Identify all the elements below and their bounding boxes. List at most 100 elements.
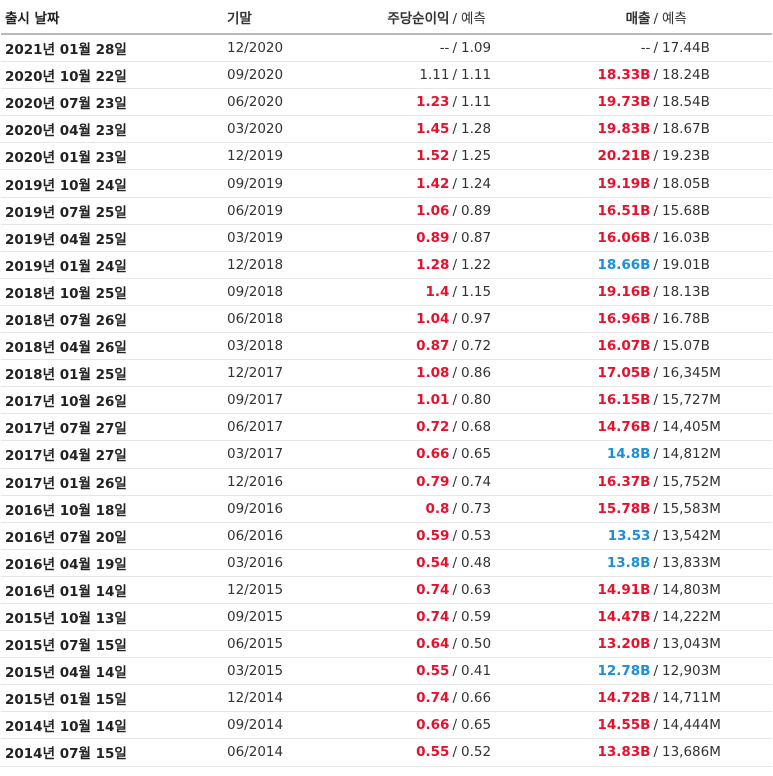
value-separator: / (452, 148, 457, 165)
revenue-forecast-cell: 16,345M (662, 359, 772, 388)
value-separator: / (452, 500, 457, 517)
value-separator: / (653, 94, 658, 111)
eps-actual-value: 0.74 (416, 581, 450, 598)
eps-actual-cell: 0.87/ (349, 332, 461, 361)
eps-forecast-cell: 1.09 (461, 34, 537, 63)
revenue-actual-cell: 13.53/ (537, 522, 662, 550)
period-end-cell: 12/2015 (227, 576, 349, 604)
value-separator: / (452, 744, 457, 761)
revenue-actual-value: 16.15B (597, 392, 651, 409)
table-row: 2016년 07월 20일 06/2016 0.59/0.53 13.53/13,54… (1, 522, 772, 550)
revenue-forecast-cell: 13,542M (662, 522, 772, 550)
table-row: 2019년 07월 25일 06/2019 1.06/0.89 16.51B/15.6… (1, 197, 772, 225)
period-end-cell: 06/2020 (227, 88, 349, 117)
revenue-forecast-cell: 13,043M (662, 630, 772, 659)
revenue-actual-value: 13.83B (597, 744, 651, 761)
revenue-actual-cell: 18.33B / (537, 61, 662, 90)
revenue-forecast-cell: 14,803M (662, 576, 772, 604)
eps-actual-cell: 0.89/ (349, 224, 461, 252)
revenue-actual-value: 18.33B (597, 67, 651, 84)
value-separator: / (452, 175, 457, 192)
revenue-forecast-cell: 15,727M (662, 386, 772, 415)
eps-forecast-cell: 1.24 (461, 169, 537, 198)
release-date-cell: 2018년 01월 25일 (1, 359, 227, 388)
period-end-cell: 03/2020 (227, 115, 349, 144)
table-row: 2015년 07월 15일 06/2015 0.64/0.50 13.20B/13,0… (1, 630, 772, 659)
revenue-actual-cell: 19.16B / (537, 278, 662, 306)
value-separator: / (653, 581, 658, 598)
revenue-forecast-cell: 15.68B (662, 197, 772, 225)
value-separator: / (653, 256, 658, 273)
eps-actual-cell: 1.52/ (349, 142, 461, 171)
revenue-forecast-cell: 13,686M (662, 738, 772, 767)
release-date-cell: 2020년 10월 22일 (1, 61, 227, 90)
revenue-actual-cell: 18.66B / (537, 251, 662, 279)
table-row: 2015년 01월 15일 12/2014 0.74/0.66 14.72B/14,7… (1, 684, 772, 713)
eps-forecast-cell: 0.50 (461, 630, 537, 659)
value-separator: / (452, 663, 457, 680)
value-separator: / (653, 500, 658, 517)
revenue-actual-value: 16.06B (597, 229, 651, 246)
eps-forecast-cell: 0.72 (461, 332, 537, 361)
revenue-forecast-cell: 14,405M (662, 413, 772, 442)
eps-forecast-cell: 0.59 (461, 603, 537, 632)
release-date-cell: 2017년 10월 26일 (1, 386, 227, 415)
table-row: 2016년 01월 14일 12/2015 0.74/0.63 14.91B/14,8… (1, 576, 772, 604)
revenue-actual-value: 20.21B (597, 148, 651, 165)
revenue-actual-value: 13.8B (606, 554, 651, 571)
revenue-actual-cell: 14.76B / (537, 413, 662, 442)
release-date-cell: 2018년 10월 25일 (1, 278, 227, 306)
period-end-cell: 06/2015 (227, 630, 349, 659)
revenue-actual-cell: 19.19B / (537, 169, 662, 198)
period-end-cell: 12/2016 (227, 468, 349, 496)
revenue-forecast-cell: 16.78B (662, 305, 772, 334)
header-eps-forecast[interactable]: 예측 (461, 0, 537, 35)
period-end-cell: 09/2016 (227, 495, 349, 523)
value-separator: / (452, 310, 457, 327)
table-row: 2020년 01월 23일 12/2019 1.52/1.25 20.21B/19.2… (1, 142, 772, 171)
revenue-forecast-cell: 19.01B (662, 251, 772, 279)
header-release-date[interactable]: 출시 날짜 (1, 0, 227, 35)
table-row: 2019년 01월 24일 12/2018 1.28/1.22 18.66B/19.0… (1, 251, 772, 279)
revenue-actual-value: 13.20B (597, 636, 651, 653)
eps-forecast-cell: 0.48 (461, 549, 537, 577)
revenue-actual-cell: 17.05B / (537, 359, 662, 388)
revenue-actual-cell: 20.21B / (537, 142, 662, 171)
header-revenue-forecast[interactable]: 예측 (662, 0, 772, 35)
value-separator: / (653, 67, 658, 84)
revenue-forecast-cell: 18.05B (662, 169, 772, 198)
period-end-cell: 06/2014 (227, 738, 349, 767)
eps-actual-cell: 1.45/ (349, 115, 461, 144)
value-separator: / (452, 581, 457, 598)
value-separator: / (452, 338, 457, 355)
header-revenue[interactable]: 매출 / (537, 0, 662, 35)
revenue-actual-value: 15.78B (597, 500, 651, 517)
revenue-actual-cell: 19.73B / (537, 88, 662, 117)
value-separator: / (452, 94, 457, 111)
table-row: 2021년 01월 28일 12/2020 --/1.09 --/17.44B (1, 34, 772, 63)
revenue-forecast-cell: 14,444M (662, 711, 772, 740)
eps-actual-value: 1.4 (425, 283, 450, 300)
revenue-actual-value: 19.16B (597, 283, 651, 300)
header-eps[interactable]: 주당순이익 / (349, 0, 461, 35)
eps-forecast-cell: 0.52 (461, 738, 537, 767)
revenue-actual-cell: 16.96B / (537, 305, 662, 334)
revenue-actual-cell: 16.15B / (537, 386, 662, 415)
eps-forecast-cell: 1.22 (461, 251, 537, 279)
table-header-row: 출시 날짜 기말 주당순이익 / 예측 매출 / 예측 (1, 0, 772, 35)
revenue-actual-cell: 13.83B / (537, 738, 662, 767)
table-row: 2016년 04월 19일 03/2016 0.54/0.48 13.8B/13,83… (1, 549, 772, 577)
header-period-end[interactable]: 기말 (227, 0, 349, 35)
release-date-cell: 2015년 04월 14일 (1, 657, 227, 686)
revenue-actual-value: -- (640, 40, 651, 57)
eps-actual-cell: 0.64/ (349, 630, 461, 659)
release-date-cell: 2014년 07월 15일 (1, 738, 227, 767)
eps-forecast-cell: 0.63 (461, 576, 537, 604)
table-row: 2017년 01월 26일 12/2016 0.79/0.74 16.37B/15,7… (1, 468, 772, 496)
eps-actual-cell: 1.04/ (349, 305, 461, 334)
revenue-actual-value: 12.78B (597, 663, 651, 680)
release-date-cell: 2019년 10월 24일 (1, 169, 227, 198)
value-separator: / (452, 365, 457, 382)
eps-forecast-cell: 0.86 (461, 359, 537, 388)
revenue-actual-cell: -- / (537, 34, 662, 63)
